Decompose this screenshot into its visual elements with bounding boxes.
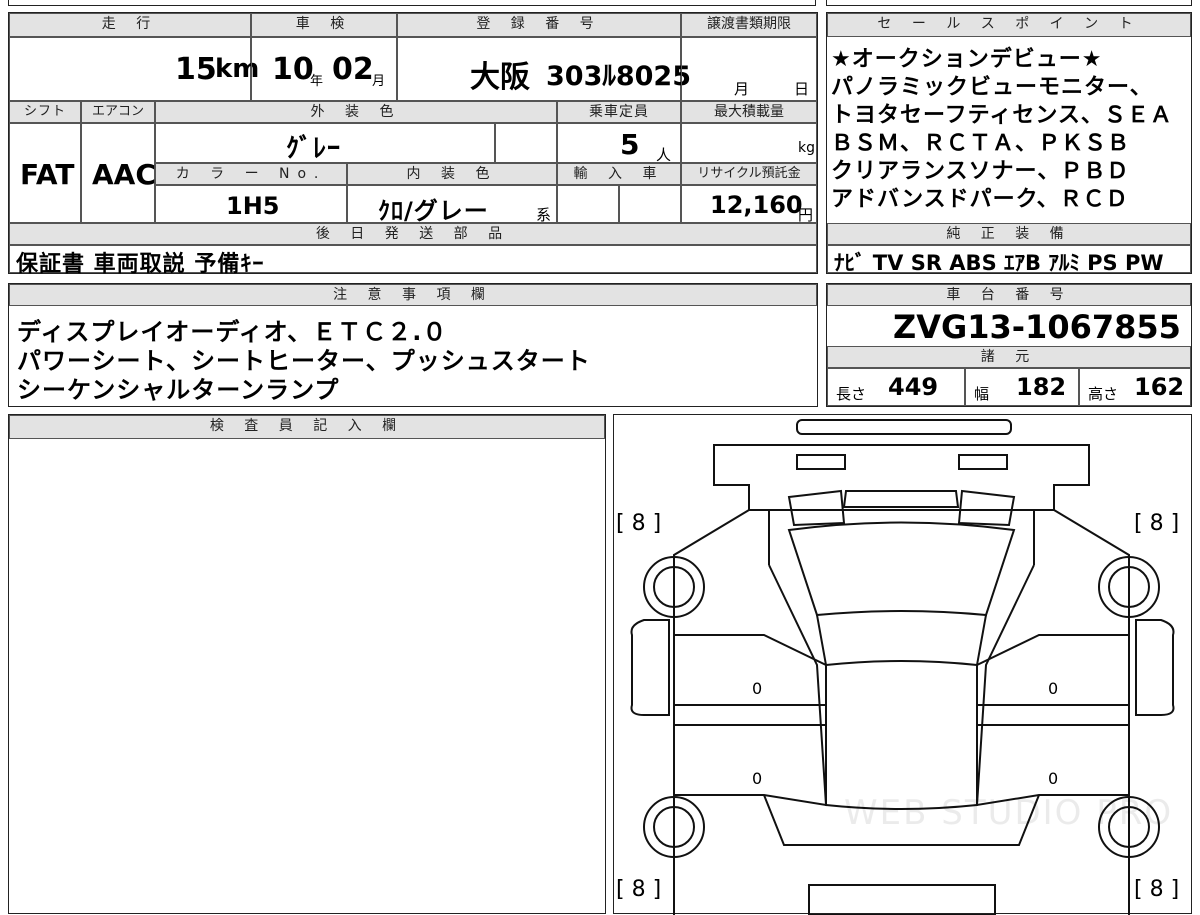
- shift-cell: FAT: [9, 123, 81, 223]
- chassis-box: 車 台 番 号 ZVG13-1067855 諸 元 長さ 449 幅 182 高…: [826, 283, 1192, 407]
- header-transfer-deadline: 譲渡書類期限: [681, 13, 817, 37]
- header-notes: 注 意 事 項 欄: [9, 284, 817, 306]
- transfer-day-unit: 日: [794, 80, 810, 98]
- door-front-right-mark: 0: [1048, 679, 1059, 698]
- capacity-value: 5: [620, 128, 640, 161]
- header-color-no: カ ラ ー No.: [155, 163, 347, 185]
- registration-cell: 大阪 303ﾙ8025: [397, 37, 691, 101]
- inspection-year: 10: [272, 52, 314, 87]
- inspector-notes-box: 検 査 員 記 入 欄: [8, 414, 606, 914]
- width-cell: 幅 182: [965, 368, 1079, 406]
- height-cell: 高さ 162: [1079, 368, 1191, 406]
- header-inspector-notes: 検 査 員 記 入 欄: [9, 415, 605, 439]
- header-genuine-equipment: 純 正 装 備: [827, 223, 1191, 245]
- tire-front-right-depth: [ 8 ]: [1134, 511, 1180, 536]
- header-exterior-color: 外 装 色: [155, 101, 557, 123]
- length-cell: 長さ 449: [827, 368, 965, 406]
- watermark: WEB STUDIO PRO: [844, 793, 1174, 833]
- registration-region: 大阪: [470, 60, 530, 95]
- interior-color-value: ｸﾛ/グレー: [378, 197, 489, 225]
- inspection-month-unit: 月: [372, 74, 386, 89]
- selling-points-box: セ ー ル ス ポ イ ン ト ★オークションデビュー★ パノラミックビューモニ…: [826, 12, 1192, 275]
- header-recycle-fee: リサイクル預託金: [681, 163, 817, 185]
- tire-rear-left-depth: [ 8 ]: [616, 877, 662, 902]
- aircon-cell: AAC: [81, 123, 156, 223]
- transfer-deadline-cell: 月 日: [681, 37, 817, 101]
- import-cell-b: [619, 185, 681, 223]
- exterior-color-value: ｸﾞﾚｰ: [286, 134, 342, 164]
- width-value: 182: [1016, 373, 1067, 401]
- interior-color-suffix: 系: [536, 206, 552, 224]
- top-strip: [8, 0, 816, 6]
- header-later-shipment: 後 日 発 送 部 品: [9, 223, 817, 245]
- header-interior-color: 内 装 色: [347, 163, 557, 185]
- header-aircon: エアコン: [81, 101, 155, 123]
- top-strip-right: [826, 0, 1192, 6]
- interior-color-cell: ｸﾛ/グレー 系: [347, 185, 557, 225]
- registration-number: 303ﾙ8025: [546, 61, 692, 92]
- header-capacity: 乗車定員: [557, 101, 681, 123]
- genuine-equipment-cell: ﾅﾋﾞ TV SR ABS ｴｱB ｱﾙﾐ PS PW: [827, 245, 1191, 275]
- header-registration: 登 録 番 号: [397, 13, 681, 37]
- genuine-equipment-value: ﾅﾋﾞ TV SR ABS ｴｱB ｱﾙﾐ PS PW: [834, 251, 1164, 275]
- inspection-year-unit: 年: [310, 74, 324, 89]
- inspection-cell: 10 年 02 月: [251, 37, 397, 101]
- header-mileage: 走 行: [9, 13, 251, 37]
- aircon-value: AAC: [92, 158, 156, 191]
- selling-point-6: アドバンスドパーク、ＲＣＤ: [831, 187, 1129, 212]
- later-shipment-value: 保証書 車両取説 予備ｷｰ: [16, 252, 265, 277]
- height-value: 162: [1134, 373, 1185, 401]
- header-max-load: 最大積載量: [681, 101, 817, 123]
- tire-front-left-depth: [ 8 ]: [616, 511, 662, 536]
- import-cell-a: [557, 185, 619, 223]
- vehicle-info-grid: 走 行 車 検 登 録 番 号 譲渡書類期限 15 km 10 年 02 月 大…: [8, 12, 818, 277]
- later-shipment-cell: 保証書 車両取説 予備ｷｰ: [9, 245, 817, 277]
- header-shift: シフト: [9, 101, 81, 123]
- recycle-fee-cell: 12,160 円: [681, 185, 817, 224]
- car-outline-drawing: [630, 419, 1175, 915]
- transfer-month-unit: 月: [734, 80, 750, 98]
- width-label: 幅: [974, 385, 990, 403]
- vehicle-damage-diagram: [ 8 ] [ 8 ] [ 8 ] [ 8 ] 0 0 0 0 WEB STUD…: [613, 414, 1192, 915]
- exterior-color-extra-cell: [495, 123, 557, 163]
- recycle-fee-unit: 円: [798, 206, 814, 224]
- length-label: 長さ: [836, 385, 867, 403]
- inspection-month: 02: [332, 52, 374, 87]
- note-line-3: シーケンシャルターンランプ: [17, 376, 340, 404]
- exterior-color-cell: ｸﾞﾚｰ: [155, 123, 495, 164]
- header-selling-points: セ ー ル ス ポ イ ン ト: [827, 13, 1191, 37]
- door-rear-left-mark: 0: [752, 769, 763, 788]
- max-load-unit: kg: [798, 140, 815, 156]
- capacity-cell: 5 人: [557, 123, 681, 164]
- header-import: 輸 入 車: [557, 163, 681, 185]
- door-rear-right-mark: 0: [1048, 769, 1059, 788]
- mileage-cell: 15 km: [9, 37, 259, 101]
- height-label: 高さ: [1088, 385, 1119, 403]
- header-inspection: 車 検: [251, 13, 397, 37]
- recycle-fee-value: 12,160: [710, 191, 803, 219]
- selling-points-list: ★オークションデビュー★ パノラミックビューモニター、 トヨタセーフティセンス、…: [827, 39, 1191, 219]
- color-no-value: 1H5: [226, 192, 280, 220]
- length-value: 449: [888, 373, 939, 401]
- capacity-unit: 人: [656, 146, 672, 164]
- color-no-cell: 1H5: [155, 185, 347, 223]
- header-chassis-number: 車 台 番 号: [827, 284, 1191, 306]
- notes-box: 注 意 事 項 欄 ディスプレイオーディオ、ＥＴＣ２.０ パワーシート、シートヒ…: [8, 283, 818, 407]
- tire-rear-right-depth: [ 8 ]: [1134, 877, 1180, 902]
- max-load-cell: kg: [681, 123, 817, 163]
- header-specs: 諸 元: [827, 346, 1191, 368]
- chassis-number-value: ZVG13-1067855: [893, 308, 1181, 346]
- door-front-left-mark: 0: [752, 679, 763, 698]
- mileage-value: 15: [175, 52, 217, 87]
- shift-value: FAT: [20, 158, 75, 191]
